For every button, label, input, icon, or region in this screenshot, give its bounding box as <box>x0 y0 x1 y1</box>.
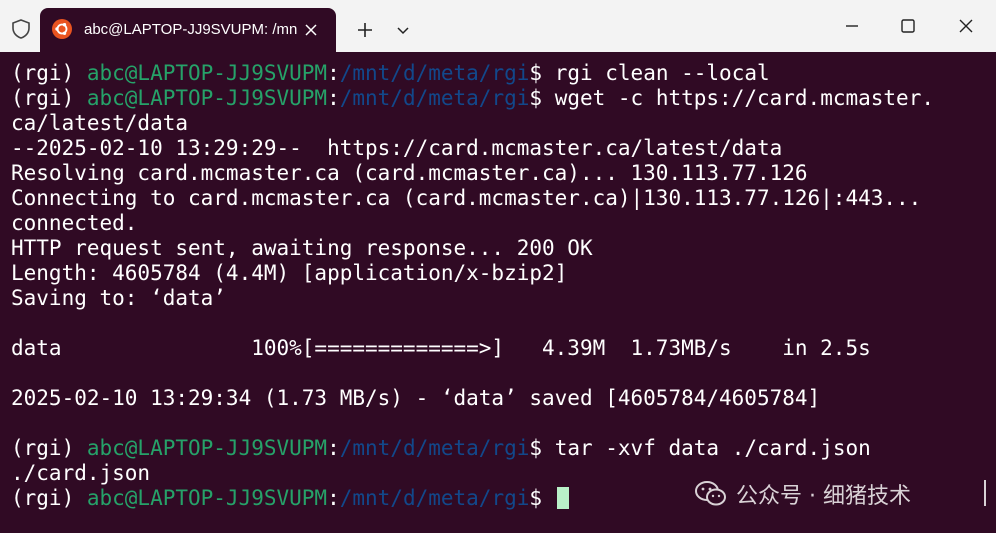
prompt-colon: : <box>327 86 340 110</box>
output-line: --2025-02-10 13:29:29-- https://card.mcm… <box>11 136 783 160</box>
close-window-icon[interactable] <box>954 14 978 38</box>
command-text: rgi clean --local <box>554 61 770 85</box>
command-text: wget -c https://card.mcmaster. <box>554 86 934 110</box>
output-line: Connecting to card.mcmaster.ca (card.mcm… <box>11 186 922 210</box>
prompt-user-host: abc@LAPTOP-JJ9SVUPM <box>86 86 328 110</box>
prompt-env: (rgi) <box>11 486 87 510</box>
prompt-line: (rgi) abc@LAPTOP-JJ9SVUPM:/mnt/d/meta/rg… <box>11 86 934 111</box>
output-line: 2025-02-10 13:29:34 (1.73 MB/s) - ‘data’… <box>11 386 821 410</box>
watermark-text: 公众号 · 细猪技术 <box>736 484 911 509</box>
progress-line: data 100%[=============>] 4.39M 1.73MB/s… <box>11 336 871 360</box>
text-cursor <box>556 487 569 509</box>
output-line: ./card.json <box>11 461 151 485</box>
output-line: Length: 4605784 (4.4M) [application/x-bz… <box>11 261 568 285</box>
output-line: ca/latest/data <box>11 111 189 135</box>
prompt-dollar: $ <box>529 61 555 85</box>
prompt-env: (rgi) <box>11 61 87 85</box>
output-line: Resolving card.mcmaster.ca (card.mcmaste… <box>11 161 808 185</box>
prompt-user-host: abc@LAPTOP-JJ9SVUPM <box>86 61 328 85</box>
terminal-window: abc@LAPTOP-JJ9SVUPM: /mn (rgi) abc@LAPTO… <box>0 0 996 533</box>
prompt-env: (rgi) <box>11 86 87 110</box>
prompt-path: /mnt/d/meta/rgi <box>339 486 530 510</box>
tab-active[interactable]: abc@LAPTOP-JJ9SVUPM: /mn <box>40 8 336 52</box>
prompt-colon: : <box>327 61 340 85</box>
prompt-line: (rgi) abc@LAPTOP-JJ9SVUPM:/mnt/d/meta/rg… <box>11 486 569 511</box>
prompt-line: (rgi) abc@LAPTOP-JJ9SVUPM:/mnt/d/meta/rg… <box>11 61 770 86</box>
tab-title: abc@LAPTOP-JJ9SVUPM: /mn <box>84 21 298 38</box>
watermark: 公众号 · 细猪技术 <box>694 478 911 510</box>
output-line: connected. <box>11 211 138 235</box>
output-line: Saving to: ‘data’ <box>11 286 226 310</box>
prompt-user-host: abc@LAPTOP-JJ9SVUPM <box>86 486 328 510</box>
plus-icon[interactable] <box>355 20 375 40</box>
shield-icon[interactable] <box>10 18 32 40</box>
prompt-colon: : <box>327 486 340 510</box>
chevron-down-icon[interactable] <box>395 22 411 38</box>
prompt-env: (rgi) <box>11 436 87 460</box>
maximize-icon[interactable] <box>896 14 920 38</box>
prompt-path: /mnt/d/meta/rgi <box>339 61 530 85</box>
prompt-user-host: abc@LAPTOP-JJ9SVUPM <box>86 436 328 460</box>
wechat-icon <box>695 481 726 506</box>
close-tab-icon[interactable] <box>302 21 320 39</box>
prompt-colon: : <box>327 436 340 460</box>
prompt-dollar: $ <box>529 436 555 460</box>
title-bar: abc@LAPTOP-JJ9SVUPM: /mn <box>0 0 996 52</box>
output-line: HTTP request sent, awaiting response... … <box>11 236 593 260</box>
scrollbar[interactable] <box>984 480 986 506</box>
prompt-line: (rgi) abc@LAPTOP-JJ9SVUPM:/mnt/d/meta/rg… <box>11 436 871 461</box>
terminal-output[interactable]: (rgi) abc@LAPTOP-JJ9SVUPM:/mnt/d/meta/rg… <box>0 52 996 533</box>
prompt-dollar: $ <box>529 486 555 510</box>
prompt-path: /mnt/d/meta/rgi <box>339 436 530 460</box>
prompt-path: /mnt/d/meta/rgi <box>339 86 530 110</box>
ubuntu-icon <box>52 19 72 39</box>
minimize-icon[interactable] <box>840 14 864 38</box>
command-text: tar -xvf data ./card.json <box>554 436 871 460</box>
prompt-dollar: $ <box>529 86 555 110</box>
